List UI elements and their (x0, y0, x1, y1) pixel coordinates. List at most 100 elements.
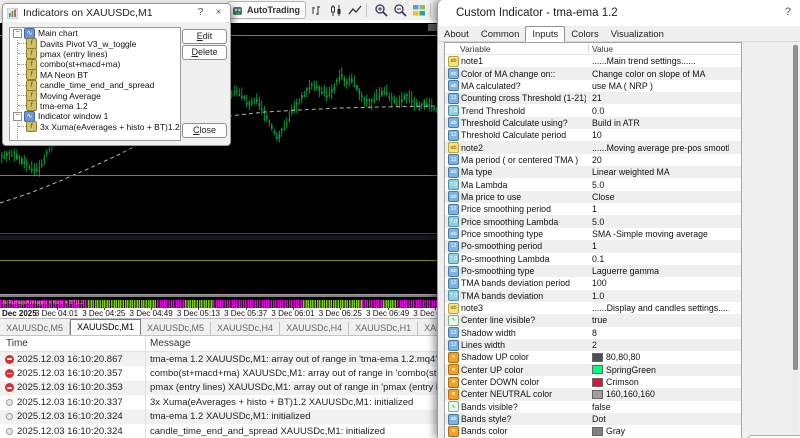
indicators-dialog-titlebar[interactable]: Indicators on XAUUSDc,M1 ? × (3, 4, 230, 22)
minus-expand-icon[interactable]: − (13, 29, 22, 38)
tree-item-candle-time-end-and-spread[interactable]: fcandle_time_end_and_spread (10, 80, 180, 90)
help-button[interactable]: ? (193, 6, 208, 20)
tab-about[interactable]: About (438, 27, 475, 41)
param-value[interactable]: 100 (592, 278, 729, 288)
param-row[interactable]: abPo-smoothing typeLaguerre gamma (445, 265, 741, 277)
chart-tab-xauusdcm5[interactable]: XAUUSDc,M5 (141, 322, 211, 335)
delete-button[interactable]: Delete (182, 45, 227, 60)
close-icon[interactable]: × (211, 6, 226, 20)
param-value[interactable]: ......Moving average pre-pos smoothing s… (592, 143, 729, 153)
tab-colors[interactable]: Colors (565, 27, 604, 41)
param-row[interactable]: 12Threshold Calculate period10 (445, 129, 741, 141)
tab-common[interactable]: Common (475, 27, 526, 41)
param-value[interactable]: SpringGreen (592, 365, 729, 375)
param-value[interactable]: 160,160,160 (592, 389, 729, 399)
chart-tab-xauusdch4[interactable]: XAUUSDc,H4 (280, 322, 349, 335)
param-row[interactable]: ■Shadow UP color80,80,80 (445, 351, 741, 363)
bar-chart-icon[interactable] (309, 2, 325, 18)
param-value[interactable]: ......Display and candles settings...... (592, 303, 729, 313)
tree-item-indicator-window-1[interactable]: −∿Indicator window 1 (10, 111, 180, 121)
param-row[interactable]: 12TMA bands deviation period100 (445, 277, 741, 289)
param-row[interactable]: 12Ma period ( or centered TMA )20 (445, 154, 741, 166)
param-value[interactable]: Linear weighted MA (592, 167, 729, 177)
param-value[interactable]: 1 (592, 204, 729, 214)
chart-scroll-box[interactable] (428, 24, 437, 31)
tree-item-3x-xuma-eaverages---histo---bt-1-2[interactable]: f3x Xuma(eAverages + histo + BT)1.2 (10, 122, 180, 132)
tree-item-tma-ema-1-2[interactable]: ftma-ema 1.2 (10, 101, 180, 111)
tab-inputs[interactable]: Inputs (525, 26, 565, 42)
param-row[interactable]: abBands style?Dot (445, 413, 741, 425)
param-row[interactable]: 12Shadow width8 (445, 327, 741, 339)
scrollbar-thumb[interactable] (793, 45, 798, 370)
param-value[interactable]: Crimson (592, 377, 729, 387)
param-row[interactable]: 7.0Price smoothing Lambda5.0 (445, 215, 741, 227)
param-value[interactable]: use MA ( NRP ) (592, 81, 729, 91)
param-row[interactable]: abnote3......Display and candles setting… (445, 302, 741, 314)
param-row[interactable]: abThreshold Calculate using?Build in ATR (445, 117, 741, 129)
param-row[interactable]: ∿Bands visible?false (445, 401, 741, 413)
param-value[interactable]: 80,80,80 (592, 352, 729, 362)
chart-tab-xauusdch4[interactable]: XAUUSDc,H4 (211, 322, 280, 335)
tab-visualization[interactable]: Visualization (605, 27, 670, 41)
minus-expand-icon[interactable]: − (13, 112, 22, 121)
param-row[interactable]: 7.0Po-smoothing Lambda0.1 (445, 253, 741, 265)
time-axis[interactable]: Dec 20253 Dec 04:013 Dec 04:253 Dec 04:4… (0, 308, 437, 319)
param-row[interactable]: ■Center DOWN colorCrimson (445, 376, 741, 388)
tree-item-ma-neon-bt[interactable]: fMA Neon BT (10, 70, 180, 80)
chart-tab-xauusdch1[interactable]: XAUUSDc,H1 (349, 322, 418, 335)
param-row[interactable]: abPrice smoothing typeSMA -Simple moving… (445, 228, 741, 240)
param-row[interactable]: ∿Center line visible?true (445, 314, 741, 326)
custom-help-button[interactable]: ? (785, 6, 791, 18)
param-value[interactable]: 1.0 (592, 291, 729, 301)
param-row[interactable]: 7.0Trend Threshold0.0 (445, 104, 741, 116)
chart-tab-xauusdcm1[interactable]: XAUUSDc,M1 (70, 319, 141, 335)
journal-column-divider[interactable] (145, 336, 146, 438)
table-column-divider[interactable] (588, 44, 589, 53)
candlestick-chart-icon[interactable] (328, 2, 344, 18)
zoom-in-icon[interactable] (373, 2, 389, 18)
param-row[interactable]: abMa price to useClose (445, 191, 741, 203)
custom-dialog-titlebar[interactable]: Custom Indicator - tma-ema 1.2 ? (438, 0, 800, 26)
param-value[interactable]: 1 (592, 241, 729, 251)
param-value[interactable]: false (592, 402, 729, 412)
param-value[interactable]: 21 (592, 93, 729, 103)
zoom-out-icon[interactable] (392, 2, 408, 18)
param-value[interactable]: Build in ATR (592, 118, 729, 128)
param-value[interactable]: 2 (592, 340, 729, 350)
param-value[interactable]: true (592, 315, 729, 325)
param-value[interactable]: 0.1 (592, 254, 729, 264)
param-value[interactable]: SMA -Simple moving average (592, 229, 729, 239)
param-row[interactable]: 12Po-smoothing period1 (445, 240, 741, 252)
param-value[interactable]: ......Main trend settings...... (592, 56, 729, 66)
param-value[interactable]: 10 (592, 130, 729, 140)
tree-item-combo-st-macd-ma-[interactable]: fcombo(st+macd+ma) (10, 59, 180, 69)
param-row[interactable]: abColor of MA change on::Change color on… (445, 67, 741, 79)
param-row[interactable]: ■Center UP colorSpringGreen (445, 364, 741, 376)
param-row[interactable]: abnote1......Main trend settings...... (445, 55, 741, 67)
param-row[interactable]: abMA calculated?use MA ( NRP ) (445, 80, 741, 92)
param-value[interactable]: Dot (592, 414, 729, 424)
param-value[interactable]: Laguerre gamma (592, 266, 729, 276)
param-row[interactable]: abMa typeLinear weighted MA (445, 166, 741, 178)
tree-item-moving-average[interactable]: fMoving Average (10, 90, 180, 100)
param-value[interactable]: 0.0 (592, 106, 729, 116)
param-value[interactable]: 20 (592, 155, 729, 165)
autotrading-button[interactable]: AutoTrading (227, 1, 306, 19)
param-value[interactable]: 8 (592, 328, 729, 338)
close-button[interactable]: Close (182, 123, 227, 138)
tree-item-pmax--entry-lines-[interactable]: fpmax (entry lines) (10, 49, 180, 59)
param-value[interactable]: Gray (592, 426, 729, 436)
param-row[interactable]: 7.0Ma Lambda5.0 (445, 178, 741, 190)
edit-button[interactable]: Edit (182, 29, 227, 44)
param-value[interactable]: Close (592, 192, 729, 202)
param-value[interactable]: Change color on slope of MA (592, 69, 729, 79)
param-row[interactable]: ■Bands colorGray (445, 425, 741, 437)
tile-windows-icon[interactable] (411, 2, 427, 18)
param-value[interactable]: 5.0 (592, 180, 729, 190)
chart-tab-xauusdcm5[interactable]: XAUUSDc,M5 (0, 322, 70, 335)
line-chart-icon[interactable] (347, 2, 363, 18)
param-row[interactable]: ■Center NEUTRAL color160,160,160 (445, 388, 741, 400)
tree-item-main-chart[interactable]: −∿Main chart (10, 28, 180, 38)
param-value[interactable]: 5.0 (592, 217, 729, 227)
table-scrollbar[interactable] (792, 43, 799, 438)
